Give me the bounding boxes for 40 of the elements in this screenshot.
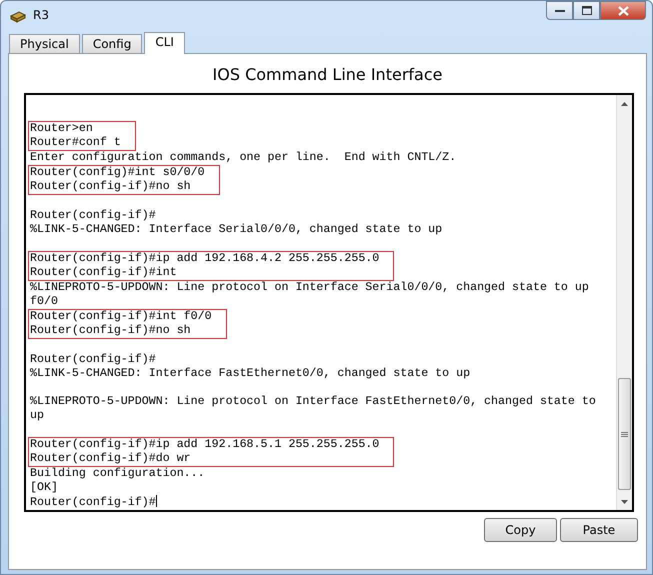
- minimize-icon: [554, 8, 564, 12]
- scroll-down-icon[interactable]: [621, 500, 628, 504]
- panel-heading: IOS Command Line Interface: [212, 64, 442, 86]
- terminal-line: Router(config-if)#: [30, 209, 156, 222]
- tab[interactable]: Config: [82, 34, 142, 53]
- terminal-line: up: [30, 409, 44, 422]
- terminal-line: [OK]: [30, 481, 58, 494]
- text-cursor: [156, 495, 157, 507]
- terminal-line: Enter configuration commands, one per line. End with CNTL/Z.: [30, 151, 456, 164]
- terminal-line: Router(config-if)#ip add 192.168.4.2 255.255.255.0: [30, 252, 380, 265]
- action-button[interactable]: Copy: [484, 518, 557, 542]
- terminal-line: Router(config-if)#no sh: [30, 180, 191, 193]
- terminal-line: Router(config-if)#: [30, 496, 156, 509]
- action-button[interactable]: Paste: [560, 518, 638, 542]
- close-button[interactable]: [600, 1, 646, 20]
- tab[interactable]: Physical: [9, 34, 80, 53]
- terminal-line: Router(config)#int s0/0/0: [30, 166, 205, 179]
- terminal-line: Router(config-if)#no sh: [30, 324, 191, 337]
- terminal-line: Building configuration...: [30, 467, 205, 480]
- tab[interactable]: CLI: [144, 32, 185, 54]
- terminal-line: Router#conf t: [30, 136, 121, 149]
- terminal-line: %LINEPROTO-5-UPDOWN: Line protocol on Interface Serial0/0/0, changed state to up: [30, 281, 589, 294]
- terminal-line: Router(config-if)#: [30, 353, 156, 366]
- maximize-button[interactable]: [573, 1, 600, 20]
- scroll-up-icon[interactable]: [621, 102, 628, 106]
- terminal-line: f0/0: [30, 295, 58, 308]
- terminal-line: Router>en: [30, 122, 93, 135]
- scrollbar[interactable]: [616, 95, 632, 510]
- close-icon: [618, 6, 628, 16]
- terminal-line: Router(config-if)#do wr: [30, 452, 191, 465]
- terminal-line: %LINEPROTO-5-UPDOWN: Line protocol on Interface FastEthernet0/0, changed state to: [30, 395, 596, 408]
- window-title: R3: [33, 7, 49, 24]
- terminal-line: %LINK-5-CHANGED: Interface FastEthernet0/0, changed state to up: [30, 367, 470, 380]
- terminal-line: Router(config-if)#int: [30, 266, 177, 279]
- maximize-icon: [582, 6, 592, 15]
- minimize-button[interactable]: [546, 1, 573, 20]
- terminal-line: Router(config-if)#ip add 192.168.5.1 255.255.255.0: [30, 438, 380, 451]
- scroll-thumb[interactable]: [618, 378, 631, 490]
- terminal-line: %LINK-5-CHANGED: Interface Serial0/0/0, changed state to up: [30, 223, 442, 236]
- terminal-line: Router(config-if)#int f0/0: [30, 310, 212, 323]
